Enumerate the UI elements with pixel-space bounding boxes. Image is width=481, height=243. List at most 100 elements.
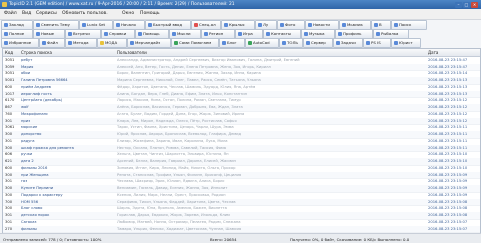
header-date[interactable]: Дата — [428, 50, 438, 55]
cell-id: 300 — [5, 132, 13, 137]
toolbar-button-label: Полное — [9, 31, 25, 36]
toolbar-button-label: Лу — [263, 22, 269, 27]
cell-id: 300 — [5, 145, 13, 150]
toolbar-row-2: Полное Новые Встречи Справки Помощь Мысли Реги… — [1, 29, 480, 39]
cell-query: HOM 556 — [21, 199, 39, 204]
toolbar-button-label: Мьюзик — [347, 22, 363, 27]
toolbar-button-label: В — [379, 22, 382, 27]
grid-header: Код Строка поиска Пользователи Дата — [3, 49, 480, 57]
menu-services[interactable]: Сервисы — [36, 11, 57, 16]
toolbar-row-1: Заклад Сменить Тему Lunix Set Начало Быстрый… — [1, 20, 480, 30]
toolbar-button[interactable]: Блог — [219, 38, 245, 48]
cell-date: 2016-08-23 23:15:10 — [428, 152, 468, 157]
cell-date: 2016-08-23 23:15:12 — [428, 98, 468, 103]
toolbar-button[interactable]: МОДА — [97, 38, 127, 48]
cell-date: 2016-08-23 23:15:13 — [428, 84, 468, 89]
toolbar-button[interactable]: Файл — [39, 38, 65, 48]
button-icon — [129, 41, 134, 45]
cell-users: Александр, Администратор, Андрей Сергеев… — [117, 57, 300, 62]
cell-date: 2016-08-23 23:15:09 — [428, 192, 468, 197]
button-icon — [393, 41, 398, 45]
results-grid[interactable]: Код Строка поиска Пользователи Дата 3051… — [2, 48, 481, 234]
menu-help[interactable]: Помощь — [140, 11, 160, 16]
cell-query: Подарки к характеру — [21, 192, 63, 197]
toolbar-button[interactable]: AutoCad — [245, 38, 279, 48]
toolbar-button-label: Контакты — [271, 31, 292, 36]
cell-users: Фёдор, Харитон, Цветана, Чеслав, Шамиль,… — [117, 84, 256, 89]
cell-query: Купите Перлини — [21, 186, 54, 191]
toolbar-button[interactable]: ТОЛЬ — [279, 38, 303, 48]
button-icon — [221, 41, 226, 45]
close-button[interactable]: ✕ — [471, 1, 478, 8]
cell-id: 621 — [5, 159, 13, 164]
toolbar-button-label: Мысли — [177, 31, 191, 36]
header-query[interactable]: Строка поиска — [21, 50, 52, 55]
button-icon — [335, 41, 340, 45]
menu-refresh-users[interactable]: Обновить пользов. — [62, 11, 108, 16]
button-icon — [3, 32, 8, 36]
button-icon — [223, 23, 228, 27]
button-icon — [171, 32, 176, 36]
button-icon — [193, 23, 198, 27]
cell-id: 301 — [5, 219, 13, 224]
header-users[interactable]: Пользователи — [117, 50, 147, 55]
button-icon — [247, 41, 252, 45]
button-icon — [3, 41, 8, 45]
button-icon — [305, 41, 310, 45]
menu-file[interactable]: Файл — [4, 11, 17, 16]
minimize-button[interactable]: – — [455, 1, 462, 8]
cell-users: Чеслава, Шахрияр, Эрик, Юлиан, Ядвига, А… — [117, 179, 225, 184]
button-icon — [3, 23, 8, 27]
button-icon — [237, 32, 242, 36]
cell-query: иероглиф гость — [21, 91, 52, 96]
cell-users: Арсений, Белла, Валерия, Гавриил, Дарина… — [117, 159, 236, 164]
cell-query: детская порок — [21, 213, 50, 218]
menu-window[interactable]: Окно — [122, 11, 134, 16]
cell-id: 3051 — [5, 71, 15, 76]
toolbar-button[interactable]: Мерчандайз — [127, 38, 171, 48]
cell-query: ручки — [21, 152, 33, 157]
toolbar-button-label: Профиль — [343, 31, 362, 36]
header-id[interactable]: Код — [5, 50, 13, 55]
menu-view[interactable]: Вид — [22, 11, 31, 16]
cell-query: ребут — [21, 57, 33, 62]
cell-query: wolf — [21, 105, 29, 110]
cell-users: Борис, Валентин, Григорий, Дарья, Евгени… — [117, 71, 261, 76]
toolbar-button[interactable]: Метода — [65, 38, 97, 48]
cell-query: приз — [21, 118, 31, 123]
status-progress: Отправлено записей: 778 / 0; Готовность:… — [3, 237, 102, 242]
cell-users: Тамара, Ульрих, Феликс, Хадижат, Цветосл… — [117, 226, 242, 231]
cell-id: 760 — [5, 111, 13, 116]
button-icon — [365, 41, 370, 45]
cell-query: дата 2 — [21, 159, 34, 164]
cell-users: Алёна, Борислав, Василиса, Герман, Добры… — [117, 105, 243, 110]
cell-users: Рената, Станислав, Трофим, Ульян, Филипп… — [117, 172, 242, 177]
toolbar-button[interactable]: Юрист — [391, 38, 421, 48]
toolbar-button[interactable]: PS IS — [363, 38, 391, 48]
button-icon — [35, 23, 40, 27]
toolbar-button[interactable]: Сами Помогаем — [171, 38, 219, 48]
button-icon — [173, 41, 178, 45]
toolbar-button[interactable]: Задачи — [333, 38, 363, 48]
toolbar-button[interactable]: Избранное — [1, 38, 39, 48]
cell-id: 270 — [5, 226, 13, 231]
button-icon — [103, 32, 108, 36]
status-download: Получено: 0%, 0 байт, Скачивание: 0 КБ/с… — [290, 237, 410, 242]
maximize-button[interactable]: □ — [463, 1, 470, 8]
toolbar-button[interactable]: Сервер — [303, 38, 333, 48]
cell-users: Алексей, Аня, Ветер, Гость, Денис, Елена… — [117, 64, 271, 69]
app-icon — [2, 2, 7, 7]
button-icon — [307, 23, 312, 27]
cell-users: Хельга, Цветан, Чингиз, Шарлотта, Эльвир… — [117, 152, 229, 157]
toolbar-button-label: Поиск — [399, 22, 412, 27]
cell-users: Юрий, Ярослав, Аврора, Бронислав, Всевол… — [117, 132, 242, 137]
cell-date: 2016-08-23 23:15:47 — [428, 57, 468, 62]
toolbar-button-label: Помощь — [143, 31, 160, 36]
button-icon — [281, 41, 286, 45]
menu-bar: Файл Вид Сервисы Обновить пользов. Окно … — [0, 9, 481, 20]
cell-date: 2016-08-23 23:15:10 — [428, 165, 468, 170]
cell-id: 300 — [5, 172, 13, 177]
cell-id: 5001 — [5, 78, 15, 83]
cell-users: Зиновия, Игнат, Кира, Леонид, Майя, Ники… — [117, 165, 236, 170]
toolbar-button-label: ТОЛЬ — [287, 40, 299, 45]
